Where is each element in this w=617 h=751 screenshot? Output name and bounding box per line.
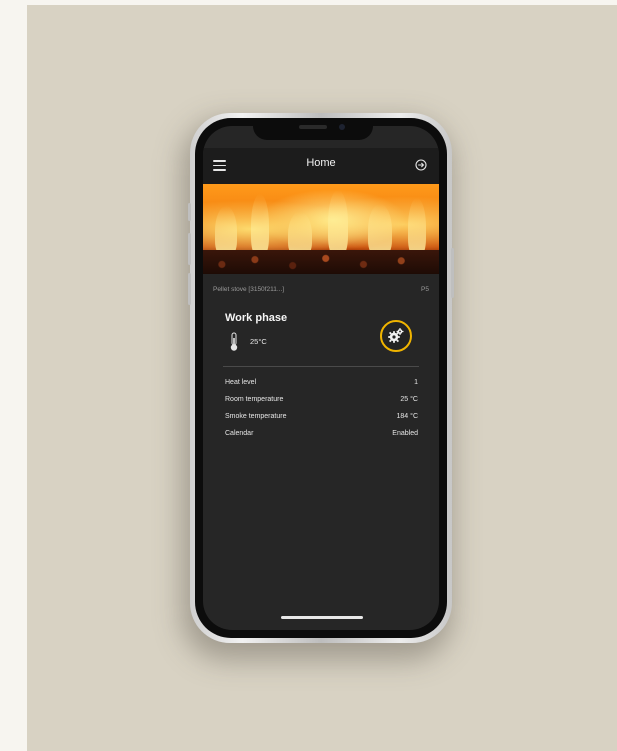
home-indicator[interactable] — [281, 616, 363, 619]
detail-row-room-temperature: Room temperature 25 °C — [225, 396, 418, 403]
phone-frame: Home Pellet stove [3150f211...] P5 Work … — [188, 113, 454, 643]
volume-up-button — [188, 233, 191, 265]
settings-button[interactable] — [380, 320, 412, 352]
flame-image — [203, 184, 439, 274]
gear-icon — [388, 328, 404, 343]
current-temperature: 25°C — [250, 337, 267, 346]
thermometer-icon — [230, 332, 238, 351]
volume-down-button — [188, 273, 191, 305]
page-title: Home — [306, 157, 336, 169]
phone-bezel: Home Pellet stove [3150f211...] P5 Work … — [195, 118, 447, 638]
logout-icon[interactable] — [415, 159, 427, 171]
work-phase-title: Work phase — [225, 312, 288, 324]
divider — [223, 366, 419, 367]
detail-row-smoke-temperature: Smoke temperature 184 °C — [225, 413, 418, 420]
device-name[interactable]: Pellet stove [3150f211...] — [213, 284, 284, 296]
detail-row-calendar: Calendar Enabled — [225, 430, 418, 437]
camera — [339, 124, 345, 130]
app-screen: Home Pellet stove [3150f211...] P5 Work … — [203, 126, 439, 630]
details-list: Heat level 1 Room temperature 25 °C Smok… — [225, 374, 418, 442]
power-button — [451, 248, 454, 298]
device-code: P5 — [421, 286, 429, 293]
notch — [253, 118, 373, 140]
mute-switch — [188, 203, 191, 221]
speaker — [299, 125, 327, 129]
device-bar: Pellet stove [3150f211...] P5 — [213, 284, 429, 296]
pellets — [203, 250, 439, 274]
detail-row-heat-level: Heat level 1 — [225, 379, 418, 386]
app-header: Home — [203, 148, 439, 184]
